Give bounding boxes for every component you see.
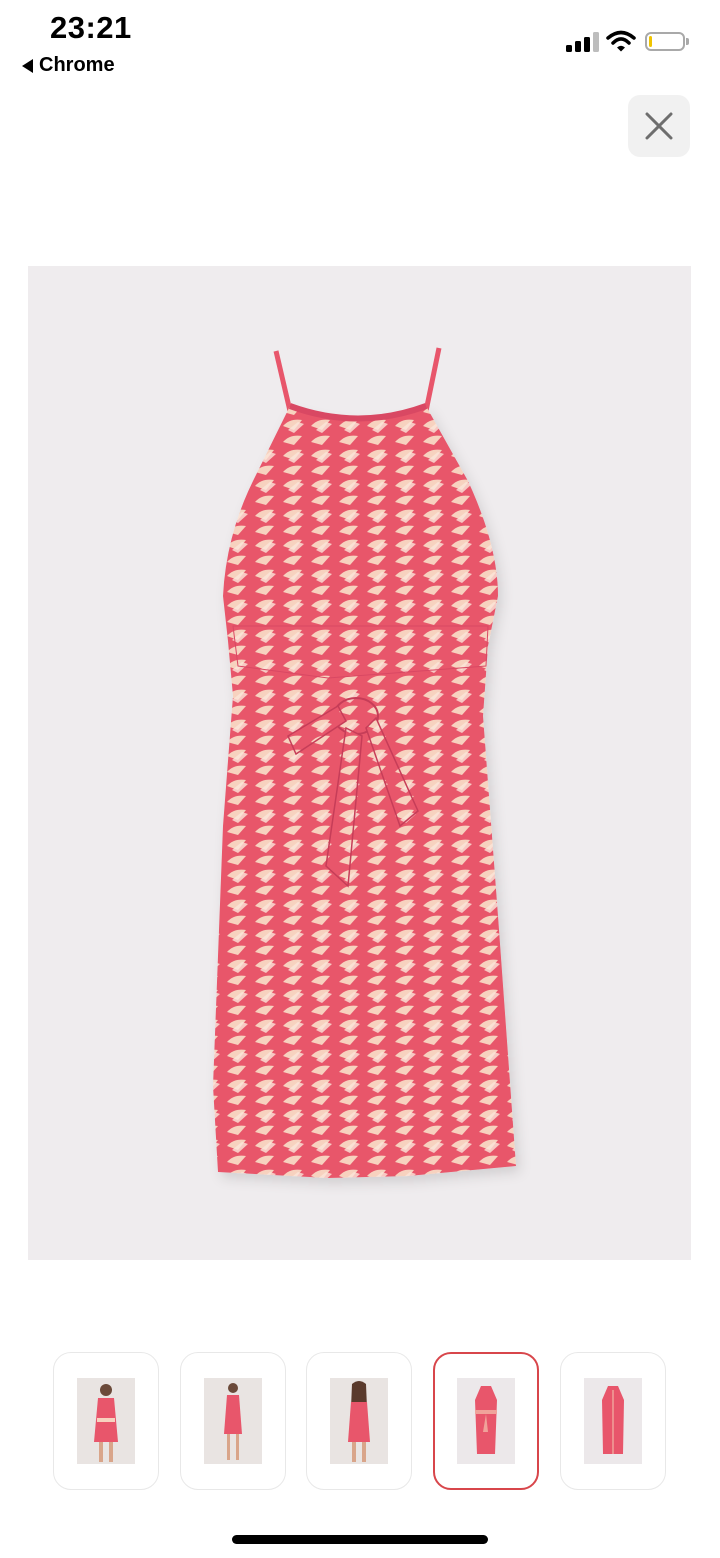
- close-button[interactable]: [628, 95, 690, 157]
- thumbnail-5[interactable]: [560, 1352, 666, 1490]
- home-indicator[interactable]: [232, 1535, 488, 1544]
- thumbnail-4-selected[interactable]: [433, 1352, 539, 1490]
- status-time: 23:21: [50, 10, 132, 45]
- dress-flat-lay-image: [28, 266, 691, 1260]
- thumbnail-4-image: [457, 1378, 515, 1464]
- signal-icon: [566, 32, 599, 52]
- thumbnail-3-image: [330, 1378, 388, 1464]
- close-icon: [645, 112, 673, 140]
- battery-icon: [645, 32, 685, 51]
- status-bar: 23:21 Chrome: [0, 0, 720, 90]
- back-arrow-icon: [22, 58, 33, 73]
- back-to-app-link[interactable]: Chrome: [22, 54, 115, 77]
- wifi-icon: [606, 30, 636, 52]
- thumbnail-2[interactable]: [180, 1352, 286, 1490]
- thumbnail-1[interactable]: [53, 1352, 159, 1490]
- back-app-label: Chrome: [39, 54, 115, 76]
- dress-illustration: [213, 347, 516, 1178]
- thumbnail-2-image: [204, 1378, 262, 1464]
- thumbnail-1-image: [77, 1378, 135, 1464]
- thumbnail-3[interactable]: [306, 1352, 412, 1490]
- thumbnail-5-image: [584, 1378, 642, 1464]
- thumbnail-strip: [0, 1352, 720, 1492]
